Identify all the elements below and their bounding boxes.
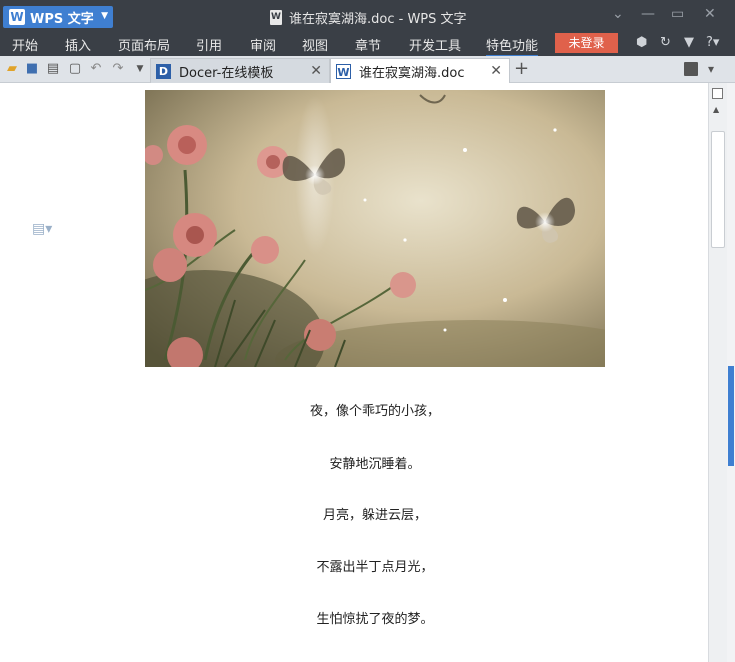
open-folder-icon[interactable]: ▰ bbox=[4, 61, 20, 77]
save-icon[interactable]: ■ bbox=[24, 61, 40, 77]
close-tab-document-icon[interactable]: ✕ bbox=[490, 63, 502, 79]
menu-insert[interactable]: 插入 bbox=[65, 35, 91, 54]
title-bar: W WPS 文字 ▼ 谁在寂寞湖海.doc - WPS 文字 ⌄ — ▭ ✕ bbox=[0, 0, 735, 32]
close-button[interactable]: ✕ bbox=[704, 6, 716, 22]
ribbon-collapse-icon[interactable]: ⌄ bbox=[612, 6, 624, 22]
menu-view[interactable]: 视图 bbox=[302, 35, 328, 54]
maximize-button[interactable]: ▭ bbox=[671, 6, 684, 22]
close-tab-docer-icon[interactable]: ✕ bbox=[310, 63, 322, 79]
poem-line-1: 夜，像个乖巧的小孩， bbox=[309, 404, 440, 419]
menu-developer[interactable]: 开发工具 bbox=[409, 35, 461, 54]
menu-chapter[interactable]: 章节 bbox=[355, 35, 381, 54]
document-canvas[interactable]: ▤▾ 夜，像个乖巧的小孩， 安静地沉睡着。 月亮，躲进云层， 不露出半丁点月光，… bbox=[0, 83, 708, 662]
add-tab-icon[interactable]: + bbox=[514, 60, 529, 78]
menu-home[interactable]: 开始 bbox=[12, 35, 38, 54]
docer-icon: D bbox=[156, 63, 171, 79]
document-image[interactable] bbox=[145, 90, 605, 367]
page-view-icon[interactable] bbox=[712, 88, 723, 99]
redo-icon[interactable]: ↷ bbox=[110, 61, 126, 77]
app-menu-button[interactable]: W WPS 文字 ▼ bbox=[3, 6, 113, 28]
tab-list-icon[interactable]: ▾ bbox=[708, 62, 722, 76]
print-preview-icon[interactable]: ▢ bbox=[67, 61, 83, 77]
skin-icon[interactable]: ⬢ bbox=[636, 35, 647, 50]
undo-icon[interactable]: ↶ bbox=[88, 61, 104, 77]
menu-features[interactable]: 特色功能 bbox=[486, 35, 539, 57]
customize-toolbar-icon[interactable]: ▼ bbox=[132, 61, 148, 77]
scroll-up-arrow[interactable]: ▲ bbox=[713, 105, 719, 114]
menu-page-layout[interactable]: 页面布局 bbox=[118, 35, 170, 54]
shirt-icon[interactable]: ▼ bbox=[684, 35, 694, 50]
poem-line-4: 不露出半丁点月光， bbox=[316, 560, 434, 575]
side-panel-toggle[interactable] bbox=[728, 366, 734, 466]
word-doc-icon: W bbox=[336, 63, 351, 79]
poem-line-5: 生怕惊扰了夜的梦。 bbox=[316, 612, 434, 627]
flowers-butterflies-image bbox=[145, 90, 605, 367]
tab-docer[interactable]: D Docer-在线模板 ✕ bbox=[150, 58, 330, 83]
help-button[interactable]: ?▾ bbox=[706, 35, 719, 50]
window-title: 谁在寂寞湖海.doc - WPS 文字 bbox=[270, 8, 467, 27]
app-name: WPS 文字 bbox=[30, 11, 94, 27]
print-icon[interactable]: ▤ bbox=[45, 61, 61, 77]
poem-line-2: 安静地沉睡着。 bbox=[329, 457, 421, 472]
vertical-scrollbar[interactable]: ▲ bbox=[708, 83, 727, 662]
side-panel-strip bbox=[727, 83, 735, 662]
tab-toolbar: ▰ ■ ▤ ▢ ↶ ↷ ▼ D Docer-在线模板 ✕ W 谁在寂寞湖海.do… bbox=[0, 56, 735, 83]
minimize-button[interactable]: — bbox=[641, 6, 655, 22]
chevron-down-icon: ▼ bbox=[101, 11, 108, 21]
menu-review[interactable]: 审阅 bbox=[250, 35, 276, 54]
menu-bar: 开始 插入 页面布局 引用 审阅 视图 章节 开发工具 特色功能 未登录 ⬢ ↻… bbox=[0, 32, 735, 57]
menu-references[interactable]: 引用 bbox=[196, 35, 222, 54]
sync-icon[interactable]: ↻ bbox=[660, 35, 671, 50]
wps-logo-icon: W bbox=[9, 9, 25, 25]
poem-line-3: 月亮，躲进云层， bbox=[322, 508, 427, 523]
display-mode-icon[interactable] bbox=[684, 62, 698, 76]
tab-document[interactable]: W 谁在寂寞湖海.doc ✕ bbox=[330, 58, 510, 83]
login-button[interactable]: 未登录 bbox=[555, 33, 618, 53]
paragraph-layout-icon[interactable]: ▤▾ bbox=[32, 221, 52, 237]
scrollbar-thumb[interactable] bbox=[711, 131, 725, 248]
document-icon bbox=[270, 10, 282, 25]
